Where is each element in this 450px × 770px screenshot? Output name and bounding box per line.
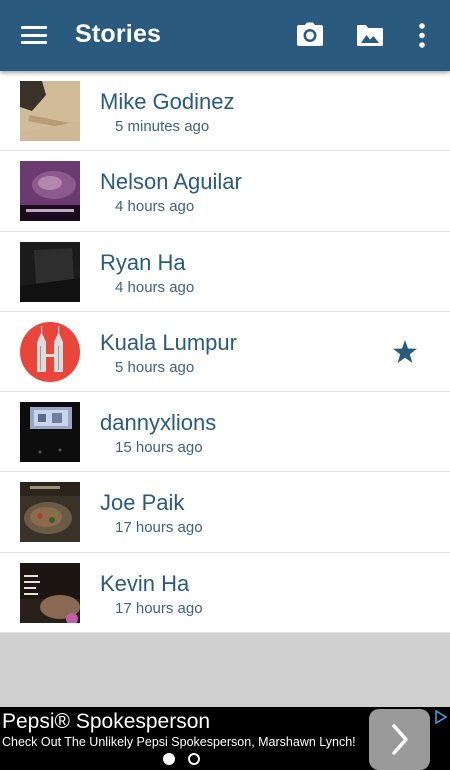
story-row[interactable]: Kevin Ha 17 hours ago [0, 553, 450, 633]
story-time: 4 hours ago [115, 278, 195, 296]
story-name: Ryan Ha [100, 249, 186, 275]
story-row[interactable]: Ryan Ha 4 hours ago [0, 232, 450, 312]
story-row[interactable]: dannyxlions 15 hours ago [0, 392, 450, 473]
story-thumbnail [20, 482, 80, 543]
story-name: Nelson Aguilar [100, 169, 242, 195]
story-thumbnail [20, 81, 80, 141]
app-bar: Stories [0, 0, 450, 71]
story-time: 17 hours ago [115, 599, 203, 617]
more-vertical-icon[interactable] [412, 22, 432, 50]
menu-icon[interactable] [21, 23, 47, 47]
folder-image-icon[interactable] [356, 22, 384, 48]
story-thumbnail [20, 161, 80, 222]
story-thumbnail [20, 241, 80, 302]
story-time: 15 hours ago [115, 439, 203, 457]
chevron-right-icon [392, 724, 408, 755]
story-name: Mike Godinez [100, 89, 235, 114]
ad-pagination [163, 752, 203, 766]
story-thumbnail [20, 562, 80, 623]
story-row[interactable]: Mike Godinez 5 minutes ago [0, 71, 450, 152]
story-name: dannyxlions [100, 410, 217, 436]
story-time: 5 hours ago [115, 358, 195, 376]
ad-banner[interactable]: Pepsi® Spokesperson Check Out The Unlike… [0, 707, 450, 770]
story-row[interactable]: Nelson Aguilar 4 hours ago [0, 151, 450, 232]
ad-title[interactable]: Pepsi® Spokesperson [2, 710, 210, 734]
story-row[interactable]: Kuala Lumpur 5 hours ago [0, 312, 450, 393]
page-dot [188, 753, 200, 765]
ad-subtitle[interactable]: Check Out The Unlikely Pepsi Spokesperso… [2, 735, 356, 749]
story-name: Kuala Lumpur [100, 329, 237, 355]
adchoices-icon[interactable] [434, 709, 448, 725]
story-time: 5 minutes ago [115, 118, 210, 135]
story-name: Joe Paik [100, 490, 185, 516]
story-avatar [20, 321, 80, 382]
page-dot-active [163, 753, 175, 765]
ad-open-button[interactable] [369, 709, 430, 770]
page-title: Stories [75, 20, 162, 48]
star-icon[interactable] [392, 339, 418, 365]
story-time: 4 hours ago [115, 198, 195, 216]
story-name: Kevin Ha [100, 570, 190, 596]
camera-icon[interactable] [296, 22, 324, 48]
story-thumbnail [20, 402, 80, 463]
stories-list[interactable]: Mike Godinez 5 minutes ago Nelson Aguila… [0, 71, 450, 633]
story-row[interactable]: Joe Paik 17 hours ago [0, 472, 450, 553]
story-time: 17 hours ago [115, 519, 203, 537]
